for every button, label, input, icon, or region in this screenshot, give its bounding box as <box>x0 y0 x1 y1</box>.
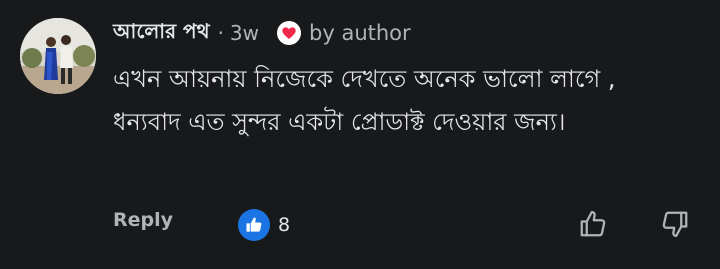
like-count: 8 <box>278 214 291 236</box>
like-summary[interactable]: 8 <box>238 209 290 241</box>
avatar-photo <box>20 18 96 94</box>
separator-dot: · <box>217 21 224 45</box>
thumbs-down-outline-icon[interactable] <box>657 206 693 242</box>
heart-icon <box>277 21 302 45</box>
author-name[interactable]: আলোর পথ <box>113 17 210 50</box>
comment-card: আলোর পথ · 3w by author এখন আয়নায় নিজেক… <box>0 0 720 269</box>
thumbs-up-outline-icon[interactable] <box>575 206 611 242</box>
comment-time[interactable]: 3w <box>230 21 259 45</box>
comment-text: এখন আয়নায় নিজেকে দেখতে অনেক ভালো লাগে … <box>113 65 616 136</box>
by-author-label: by author <box>309 21 411 45</box>
reply-button[interactable]: Reply <box>113 209 173 231</box>
comment-body: আলোর পথ · 3w by author এখন আয়নায় নিজেক… <box>113 14 706 144</box>
comment-header: আলোর পথ · 3w by author <box>113 14 706 52</box>
avatar[interactable] <box>20 18 96 94</box>
thumbs-up-icon <box>238 209 270 241</box>
